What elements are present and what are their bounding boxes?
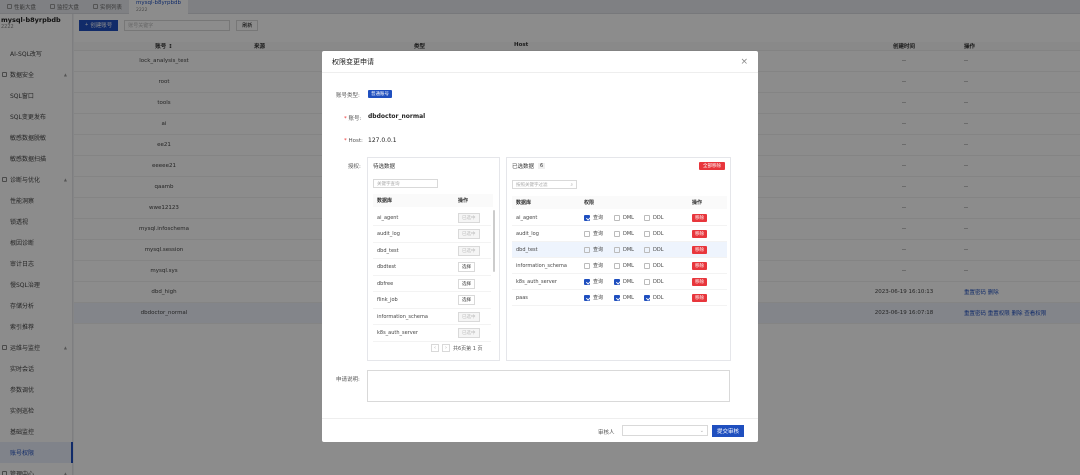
list-item: ai_agent 已选中 bbox=[373, 210, 491, 226]
host-value: 127.0.0.1 bbox=[368, 137, 397, 144]
selected-filter-input[interactable]: 按照关键字过滤 ⌕ bbox=[512, 180, 577, 189]
perm-checkbox[interactable]: DML bbox=[614, 246, 644, 253]
note-textarea[interactable] bbox=[367, 370, 730, 402]
perm-checkbox[interactable]: DML bbox=[614, 278, 644, 285]
next-page-button[interactable]: › bbox=[442, 344, 450, 352]
grant-label: 授权: bbox=[348, 164, 361, 170]
select-button: 已选中 bbox=[458, 311, 480, 322]
checkbox-icon[interactable] bbox=[644, 230, 650, 237]
perm-checkbox[interactable]: 查询 bbox=[584, 294, 614, 301]
select-button[interactable]: 选择 bbox=[458, 295, 475, 305]
checkbox-icon[interactable] bbox=[644, 294, 650, 301]
permission-change-dialog: 权限变更申请 × 账号类型: 普通账号 * 账号: dbdoctor_norma… bbox=[322, 51, 758, 442]
list-item: dbd_test 已选中 bbox=[373, 243, 491, 259]
reviewer-label: 审核人 bbox=[598, 430, 615, 436]
pagination: ‹ › 共6页第 1 页 bbox=[431, 344, 483, 352]
checkbox-icon[interactable] bbox=[644, 278, 650, 285]
account-value: dbdoctor_normal bbox=[368, 113, 426, 120]
checkbox-icon[interactable] bbox=[614, 294, 620, 301]
remove-all-button[interactable]: 全部移除 bbox=[699, 161, 725, 170]
list-item: flink_job 选择 bbox=[373, 293, 491, 309]
checkbox-icon[interactable] bbox=[584, 246, 590, 253]
perm-checkbox[interactable]: DML bbox=[614, 294, 644, 301]
perm-checkbox[interactable]: DML bbox=[614, 262, 644, 269]
perm-checkbox[interactable]: 查询 bbox=[584, 230, 614, 237]
checkbox-icon[interactable] bbox=[644, 214, 650, 221]
selected-count-badge: 6 bbox=[538, 162, 546, 169]
select-button: 已选中 bbox=[458, 229, 480, 239]
checkbox-icon[interactable] bbox=[644, 262, 650, 269]
perm-checkbox[interactable]: DML bbox=[614, 214, 644, 221]
perm-checkbox[interactable]: DDL bbox=[644, 262, 674, 269]
chevron-down-icon: ⌄ bbox=[699, 427, 704, 434]
list-item: dbfree 选择 bbox=[373, 276, 491, 292]
checkbox-icon[interactable] bbox=[584, 294, 590, 301]
perm-checkbox[interactable]: DDL bbox=[644, 246, 674, 253]
available-search-input[interactable]: 关键字查询 bbox=[373, 179, 438, 188]
table-row: dbd_test 查询 DML DDL 移除 bbox=[512, 242, 727, 258]
perm-checkbox[interactable]: 查询 bbox=[584, 262, 614, 269]
table-row: information_schema 查询 DML DDL 移除 bbox=[512, 258, 727, 274]
selected-data-title: 已选数据 bbox=[512, 163, 535, 170]
account-type-label: 账号类型: bbox=[336, 93, 360, 99]
select-button[interactable]: 选择 bbox=[458, 262, 475, 272]
table-row: audit_log 查询 DML DDL 移除 bbox=[512, 226, 727, 242]
perm-checkbox[interactable]: DDL bbox=[644, 278, 674, 285]
remove-button[interactable]: 移除 bbox=[692, 293, 707, 302]
scrollbar[interactable] bbox=[493, 210, 495, 272]
perm-checkbox[interactable]: DDL bbox=[644, 214, 674, 221]
select-button[interactable]: 选择 bbox=[458, 278, 475, 289]
checkbox-icon[interactable] bbox=[614, 230, 620, 237]
checkbox-icon[interactable] bbox=[584, 214, 590, 221]
table-row: paas 查询 DML DDL 移除 bbox=[512, 290, 727, 306]
remove-button[interactable]: 移除 bbox=[692, 245, 707, 254]
select-button: 已选中 bbox=[458, 245, 480, 256]
host-label: Host: bbox=[348, 138, 363, 144]
remove-button[interactable]: 移除 bbox=[692, 229, 707, 238]
checkbox-icon[interactable] bbox=[614, 278, 620, 285]
search-icon: ⌕ bbox=[570, 182, 573, 188]
checkbox-icon[interactable] bbox=[584, 230, 590, 237]
perm-checkbox[interactable]: DML bbox=[614, 230, 644, 237]
perm-checkbox[interactable]: DDL bbox=[644, 294, 674, 301]
list-item: dbdtest 选择 bbox=[373, 260, 491, 276]
note-label: 申请说明: bbox=[336, 377, 360, 383]
select-button: 已选中 bbox=[458, 212, 480, 223]
checkbox-icon[interactable] bbox=[644, 246, 650, 253]
perm-checkbox[interactable]: DDL bbox=[644, 230, 674, 237]
table-row: k8s_auth_server 查询 DML DDL 移除 bbox=[512, 274, 727, 290]
checkbox-icon[interactable] bbox=[584, 278, 590, 285]
list-item: audit_log 已选中 bbox=[373, 227, 491, 243]
list-item: information_schema 已选中 bbox=[373, 309, 491, 325]
available-data-panel: 待选数据 关键字查询 数据库 操作 ai_agent 已选中 audit_log 已选… bbox=[367, 157, 500, 361]
reviewer-select[interactable]: ⌄ bbox=[622, 425, 708, 436]
checkbox-icon[interactable] bbox=[614, 214, 620, 221]
checkbox-icon[interactable] bbox=[584, 262, 590, 269]
list-item: k8s_auth_server 已选中 bbox=[373, 326, 491, 342]
remove-button[interactable]: 移除 bbox=[692, 277, 707, 286]
selected-data-panel: 已选数据 6 全部移除 按照关键字过滤 ⌕ 数据库 权限 操作 ai_agent 查询… bbox=[506, 157, 731, 361]
prev-page-button[interactable]: ‹ bbox=[431, 344, 439, 352]
select-button: 已选中 bbox=[458, 328, 480, 338]
perm-checkbox[interactable]: 查询 bbox=[584, 246, 614, 253]
close-icon[interactable]: × bbox=[740, 57, 748, 67]
dialog-title: 权限变更申请 bbox=[332, 57, 374, 66]
account-label: 账号: bbox=[348, 116, 362, 122]
checkbox-icon[interactable] bbox=[614, 246, 620, 253]
checkbox-icon[interactable] bbox=[614, 262, 620, 269]
account-type-tag: 普通账号 bbox=[368, 90, 392, 98]
remove-button[interactable]: 移除 bbox=[692, 213, 707, 222]
perm-checkbox[interactable]: 查询 bbox=[584, 278, 614, 285]
remove-button[interactable]: 移除 bbox=[692, 261, 707, 270]
submit-review-button[interactable]: 提交审核 bbox=[712, 425, 745, 437]
perm-checkbox[interactable]: 查询 bbox=[584, 214, 614, 221]
table-row: ai_agent 查询 DML DDL 移除 bbox=[512, 210, 727, 226]
available-data-title: 待选数据 bbox=[373, 163, 396, 170]
